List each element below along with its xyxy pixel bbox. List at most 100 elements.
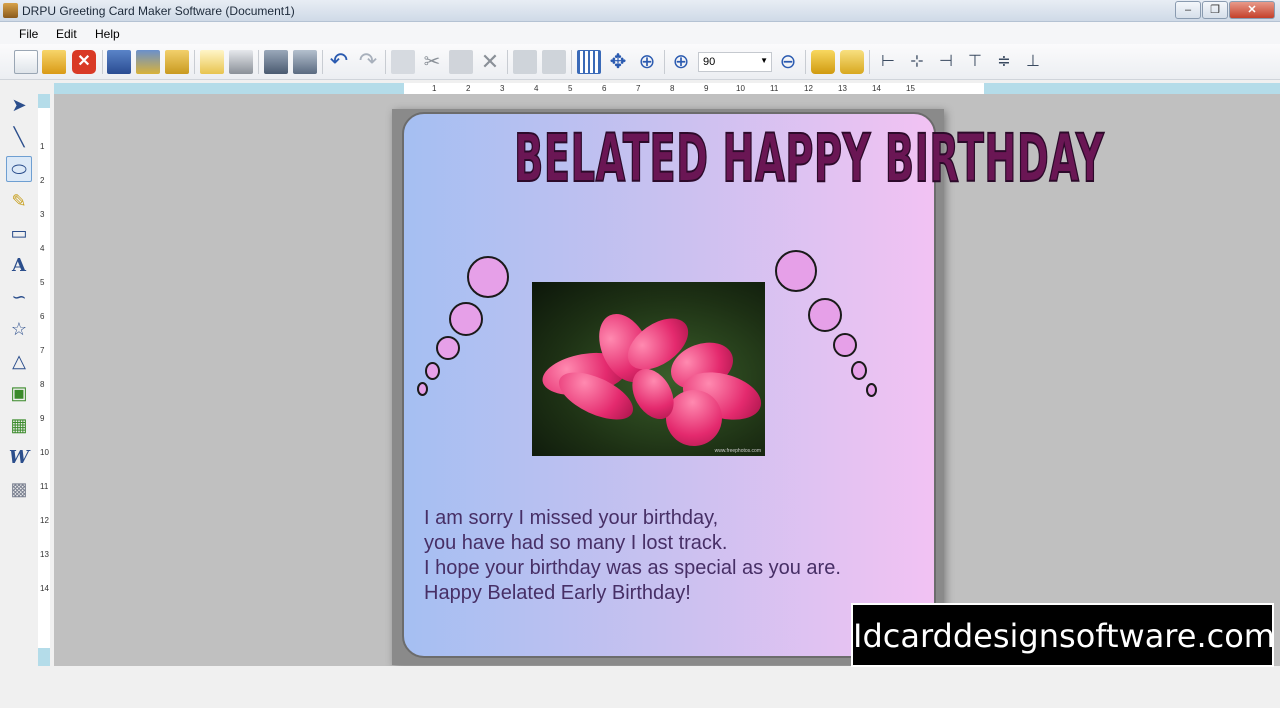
ruler-active-range: 1 2 3 4 5 6 7 8 9 10 11 12 13 14 15 — [404, 83, 984, 94]
card-headline[interactable]: BELATED HAPPY BIRTHDAY — [514, 119, 1105, 198]
close-button[interactable]: ✕ — [1229, 1, 1275, 19]
zoom-in-icon[interactable]: ⊕ — [669, 50, 693, 74]
align-middle-icon[interactable]: ≑ — [992, 50, 1016, 74]
align-left-icon[interactable]: ⊢ — [876, 50, 900, 74]
toolbar-separator — [194, 50, 195, 74]
edit-icon[interactable] — [200, 50, 224, 74]
image-tool-icon[interactable]: ▣ — [6, 380, 32, 406]
save-as-icon[interactable] — [136, 50, 160, 74]
toolbar-separator — [102, 50, 103, 74]
chevron-down-icon[interactable]: ▼ — [760, 56, 768, 65]
message-line: Happy Belated Early Birthday! — [424, 582, 691, 604]
message-line: I am sorry I missed your birthday, — [424, 507, 719, 529]
ruler-tick: 14 — [40, 584, 49, 593]
horizontal-ruler: 1 2 3 4 5 6 7 8 9 10 11 12 13 14 15 — [54, 83, 1280, 94]
grid-icon[interactable] — [577, 50, 601, 74]
bubble-shape[interactable] — [417, 382, 428, 396]
lock-icon[interactable] — [811, 50, 835, 74]
line-tool-icon[interactable]: ╲ — [6, 124, 32, 150]
align-bottom-icon[interactable]: ⊥ — [1021, 50, 1045, 74]
text-tool-icon[interactable]: A — [6, 252, 32, 278]
toolbar-separator — [805, 50, 806, 74]
star-tool-icon[interactable]: ☆ — [6, 316, 32, 342]
database-icon[interactable] — [293, 50, 317, 74]
paste-icon[interactable] — [449, 50, 473, 74]
select-pointer-icon[interactable]: ➤ — [6, 92, 32, 118]
ruler-tick: 10 — [40, 448, 49, 457]
delete-icon[interactable]: ✕ — [478, 50, 502, 74]
triangle-tool-icon[interactable]: △ — [6, 348, 32, 374]
toolbar-separator — [571, 50, 572, 74]
menu-edit[interactable]: Edit — [56, 27, 77, 41]
bubble-shape[interactable] — [449, 302, 483, 336]
window-title: DRPU Greeting Card Maker Software (Docum… — [22, 4, 295, 18]
print-icon[interactable] — [229, 50, 253, 74]
photo-credit: www.freephotos.com — [714, 448, 761, 454]
align-right-icon[interactable]: ⊣ — [934, 50, 958, 74]
undo-icon[interactable]: ↶ — [327, 50, 351, 74]
image-library-icon[interactable]: ▦ — [6, 412, 32, 438]
close-document-icon[interactable]: ✕ — [72, 50, 96, 74]
bubble-shape[interactable] — [775, 250, 817, 292]
align-top-icon[interactable]: ⊤ — [963, 50, 987, 74]
toolbar-separator — [322, 50, 323, 74]
menu-file[interactable]: File — [19, 27, 38, 41]
message-line: I hope your birthday was as special as y… — [424, 557, 841, 579]
open-folder-icon[interactable] — [42, 50, 66, 74]
bubble-shape[interactable] — [866, 383, 877, 397]
card-message[interactable]: I am sorry I missed your birthday, you h… — [424, 506, 841, 606]
send-back-icon[interactable] — [542, 50, 566, 74]
database-add-icon[interactable] — [264, 50, 288, 74]
bubble-shape[interactable] — [851, 361, 867, 380]
bubble-shape[interactable] — [833, 333, 857, 357]
vertical-ruler: 1 2 3 4 5 6 7 8 9 10 11 12 13 14 — [38, 94, 50, 666]
export-icon[interactable] — [165, 50, 189, 74]
toolbar-separator — [385, 50, 386, 74]
align-center-icon[interactable]: ⊹ — [905, 50, 929, 74]
pencil-tool-icon[interactable]: ✎ — [6, 188, 32, 214]
menu-help[interactable]: Help — [95, 27, 120, 41]
flower-photo[interactable]: www.freephotos.com — [532, 282, 765, 456]
new-icon[interactable] — [14, 50, 38, 74]
ruler-tick: 7 — [40, 346, 45, 355]
app-icon — [3, 3, 18, 18]
background-tool-icon[interactable]: ▩ — [6, 476, 32, 502]
ruler-tick: 9 — [40, 414, 45, 423]
bubble-shape[interactable] — [808, 298, 842, 332]
bubble-shape[interactable] — [467, 256, 509, 298]
bring-front-icon[interactable] — [513, 50, 537, 74]
curve-tool-icon[interactable]: ∽ — [6, 284, 32, 310]
ruler-tick: 2 — [40, 176, 45, 185]
ruler-tick: 12 — [40, 516, 49, 525]
minimize-button[interactable]: – — [1175, 1, 1201, 19]
zoom-value: 90 — [703, 56, 716, 68]
redo-icon[interactable]: ↷ — [356, 50, 380, 74]
zoom-select[interactable]: 90 ▼ — [698, 52, 772, 72]
toolbar-separator — [507, 50, 508, 74]
rectangle-tool-icon[interactable]: ▭ — [6, 220, 32, 246]
ruler-tick: 6 — [40, 312, 45, 321]
actual-size-icon[interactable]: ⊕ — [635, 50, 659, 74]
ellipse-tool-icon[interactable]: ⬭ — [6, 156, 32, 182]
toolbar: ✕ ↶ ↷ ✂ ✕ ✥ ⊕ ⊕ ⊖ ⊢ ⊹ ⊣ ⊤ ≑ ⊥ — [0, 44, 1280, 80]
bubble-shape[interactable] — [436, 336, 460, 360]
ruler-tick: 13 — [40, 550, 49, 559]
copy-icon[interactable] — [391, 50, 415, 74]
fit-page-icon[interactable]: ✥ — [606, 50, 630, 74]
ruler-tick: 4 — [40, 244, 45, 253]
maximize-button[interactable]: ❐ — [1202, 1, 1228, 19]
ruler-active-range — [38, 108, 50, 648]
zoom-out-icon[interactable]: ⊖ — [776, 50, 800, 74]
ruler-tick: 5 — [40, 278, 45, 287]
ruler-tick: 8 — [40, 380, 45, 389]
bubble-shape[interactable] — [425, 362, 440, 380]
message-line: you have had so many I lost track. — [424, 532, 728, 554]
status-area — [0, 666, 1280, 708]
save-icon[interactable] — [107, 50, 131, 74]
unlock-icon[interactable] — [840, 50, 864, 74]
cut-icon[interactable]: ✂ — [420, 50, 444, 74]
toolbar-separator — [664, 50, 665, 74]
toolbar-separator — [258, 50, 259, 74]
ruler-tick: 3 — [40, 210, 45, 219]
wordart-tool-icon[interactable]: W — [6, 444, 32, 470]
